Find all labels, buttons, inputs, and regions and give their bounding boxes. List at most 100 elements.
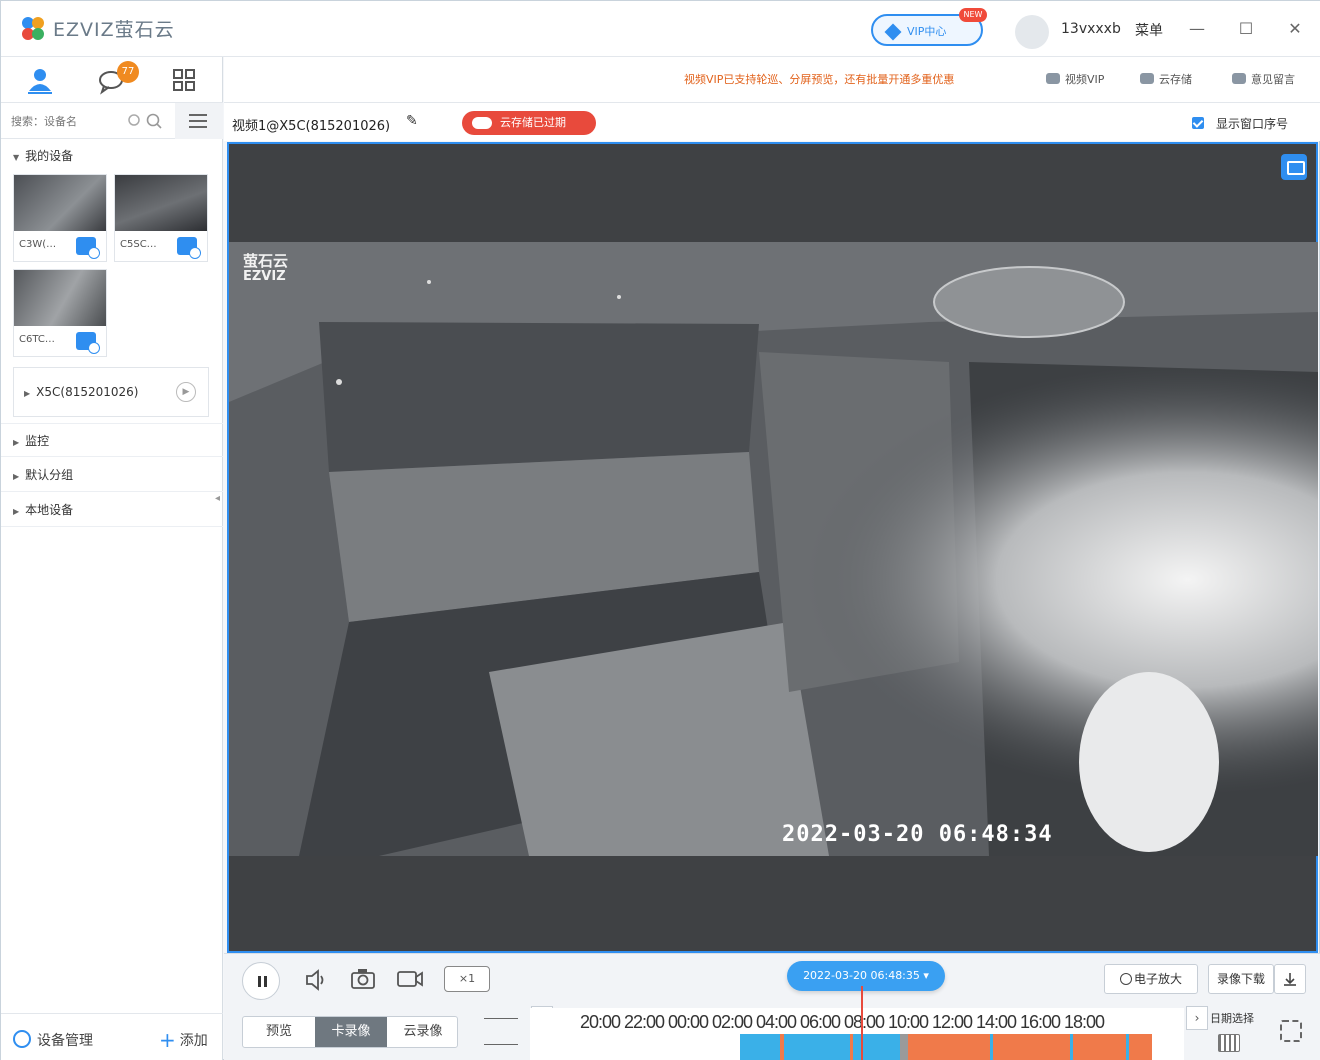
expand-right-icon: ▶ <box>13 507 20 516</box>
video-vip-link[interactable]: 视频VIP <box>1046 71 1104 87</box>
ezviz-window: EZVIZ萤石云 VIP中心 NEW 13vxxxb 菜单 — ☐ ✕ 77 搜… <box>0 0 1320 1060</box>
timeline-label: 00:00 <box>668 1012 709 1032</box>
title-bar: EZVIZ萤石云 VIP中心 NEW 13vxxxb 菜单 — ☐ ✕ <box>1 1 1320 57</box>
group-my-devices[interactable]: ▼ 我的设备 <box>1 139 223 173</box>
timeline-cursor[interactable] <box>861 986 863 1060</box>
device-thumbnail <box>14 270 106 326</box>
recording-segments-bar <box>740 1034 1152 1060</box>
magnifier-icon <box>1119 973 1132 985</box>
cloud-expired-badge[interactable]: 云存储已过期 <box>462 111 596 135</box>
video-timestamp: 2022-03-20 06:48:34 <box>782 822 1053 847</box>
zoom-in-icon[interactable] <box>484 1018 518 1028</box>
download-icon <box>1284 973 1296 986</box>
person-icon[interactable] <box>25 65 55 95</box>
grid-icon[interactable] <box>169 65 199 95</box>
device-card[interactable]: C5SC… <box>114 174 208 262</box>
timeline-labels: 20:00 22:00 00:00 02:00 04:00 06:00 08:0… <box>580 1012 1180 1034</box>
username[interactable]: 13vxxxb <box>1061 21 1121 37</box>
timeline-label: 02:00 <box>712 1012 753 1032</box>
link-label: 视频VIP <box>1065 73 1105 86</box>
maximize-button[interactable]: ☐ <box>1234 17 1258 41</box>
cloud-icon <box>1140 73 1154 84</box>
play-icon[interactable]: ▶ <box>176 382 196 402</box>
gear-icon <box>13 1030 31 1048</box>
timeline-label: 10:00 <box>888 1012 929 1032</box>
device-management-button[interactable]: 设备管理 <box>13 1030 93 1050</box>
timeline-label: 04:00 <box>756 1012 797 1032</box>
checkbox-checked-icon <box>1192 117 1204 129</box>
timeline-label: 06:00 <box>800 1012 841 1032</box>
calendar-icon[interactable] <box>1218 1034 1240 1052</box>
selected-device-row[interactable]: ▶ X5C(815201026) ▶ <box>13 367 209 417</box>
night-scene-image <box>229 242 1318 856</box>
digital-zoom-button[interactable]: 电子放大 <box>1104 964 1198 994</box>
pause-button[interactable] <box>242 962 280 1000</box>
current-datetime-button[interactable]: 2022-03-20 06:48:35 ▾ <box>787 961 945 991</box>
expand-right-icon: ▶ <box>13 438 20 447</box>
window-toggle-icon[interactable] <box>1281 154 1307 180</box>
playback-icon[interactable] <box>76 237 100 259</box>
tab-preview[interactable]: 预览 <box>243 1017 315 1047</box>
zoom-out-icon[interactable] <box>484 1044 518 1054</box>
search-icon[interactable] <box>145 112 163 130</box>
sidebar-tabs: 77 <box>1 57 223 103</box>
close-button[interactable]: ✕ <box>1283 17 1307 41</box>
group-item[interactable]: ▶ 监控 <box>1 423 223 457</box>
list-icon <box>189 114 207 128</box>
sidebar-footer: 设备管理 + 添加 <box>1 1013 223 1060</box>
vip-center-label: VIP中心 <box>907 25 947 38</box>
show-window-index-label: 显示窗口序号 <box>1216 117 1289 131</box>
link-label: 云存储 <box>1159 73 1192 86</box>
record-video-icon[interactable] <box>396 969 424 989</box>
camera-snapshot-icon[interactable] <box>350 968 376 990</box>
tab-cloud-recording[interactable]: 云录像 <box>387 1017 459 1047</box>
timeline-label: 22:00 <box>624 1012 665 1032</box>
video-viewport[interactable]: 萤石云 EZVIZ 2022-03-20 06:48:34 <box>227 142 1318 953</box>
diamond-icon <box>884 23 902 41</box>
minimize-button[interactable]: — <box>1185 17 1209 41</box>
group-item[interactable]: ▶ 默认分组 <box>1 458 223 492</box>
user-avatar[interactable] <box>1015 15 1049 49</box>
playback-speed-button[interactable]: ×1 <box>444 966 490 992</box>
show-window-index-checkbox[interactable]: 显示窗口序号 <box>1192 115 1288 132</box>
speaker-icon[interactable] <box>304 968 330 992</box>
playback-icon[interactable] <box>177 237 201 259</box>
playback-icon[interactable] <box>76 332 100 354</box>
group-item[interactable]: ▶ 本地设备 <box>1 493 223 527</box>
tab-card-recording[interactable]: 卡录像 <box>315 1017 387 1047</box>
video-title: 视频1@X5C(815201026) <box>232 119 391 134</box>
collapse-sidebar-icon[interactable]: ◂ <box>215 493 223 517</box>
group-label: 监控 <box>25 434 50 448</box>
timeline-zoom-controls[interactable] <box>478 1008 524 1056</box>
record-download-button[interactable]: 录像下载 <box>1208 964 1274 994</box>
cloud-icon <box>472 117 492 129</box>
group-label: 我的设备 <box>25 149 74 163</box>
list-view-button[interactable] <box>175 103 223 139</box>
promo-text[interactable]: 视频VIP已支持轮巡、分屏预览，还有批量开通多重优惠 <box>684 71 954 87</box>
feedback-link[interactable]: 意见留言 <box>1232 71 1295 87</box>
message-count-badge: 77 <box>117 61 139 83</box>
cloud-status-label: 云存储已过期 <box>500 116 566 129</box>
ezviz-logo-icon <box>22 17 44 40</box>
recording-timeline[interactable]: 20:00 22:00 00:00 02:00 04:00 06:00 08:0… <box>530 986 1184 1060</box>
expand-right-icon: ▶ <box>24 389 31 398</box>
timeline-label: 14:00 <box>976 1012 1017 1032</box>
add-device-button[interactable]: + 添加 <box>159 1028 208 1052</box>
expand-right-icon: ▶ <box>13 472 20 481</box>
clear-icon[interactable] <box>127 113 141 127</box>
watermark-top: 萤石云 <box>243 252 289 270</box>
cloud-storage-link[interactable]: 云存储 <box>1140 71 1192 87</box>
sidebar: 77 ▼ 我的设备 C3W(… C5SC… <box>1 57 223 1060</box>
menu-button[interactable]: 菜单 <box>1135 20 1163 40</box>
edit-pencil-icon[interactable]: ✎ <box>406 113 418 129</box>
device-card[interactable]: C6TC… <box>13 269 107 357</box>
app-logo-text: EZVIZ萤石云 <box>53 19 175 41</box>
device-thumbnail <box>115 175 207 231</box>
link-label: 意见留言 <box>1251 73 1295 86</box>
group-label: 默认分组 <box>25 468 74 482</box>
device-card[interactable]: C3W(… <box>13 174 107 262</box>
download-options-button[interactable] <box>1274 964 1306 994</box>
timeline-label: 18:00 <box>1064 1012 1105 1032</box>
fullscreen-icon[interactable] <box>1280 1020 1302 1042</box>
timeline-next-button[interactable]: › <box>1186 1006 1208 1030</box>
